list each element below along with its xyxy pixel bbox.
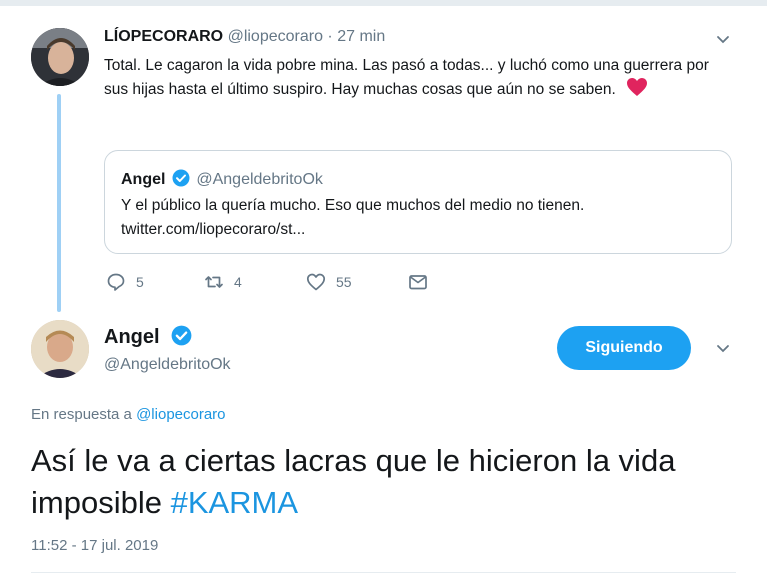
like-count: 55 <box>336 274 352 290</box>
parent-tweet-body: Total. Le cagaron la vida pobre mina. La… <box>104 57 709 98</box>
direct-message-button[interactable] <box>408 272 438 292</box>
quoted-author-handle: @AngeldebritoOk <box>196 171 323 188</box>
parent-author-handle[interactable]: @liopecoraro <box>228 28 323 45</box>
reply-button[interactable]: 5 <box>106 272 144 292</box>
quoted-tweet-header: Angel @AngeldebritoOk <box>121 169 323 192</box>
main-author-handle[interactable]: @AngeldebritoOk <box>104 356 231 374</box>
red-heart-icon <box>626 77 648 104</box>
header-separator: · <box>322 28 338 45</box>
tweet-timestamp[interactable]: 11:52 - 17 jul. 2019 <box>31 537 158 554</box>
reply-context: En respuesta a @liopecoraro <box>31 406 226 423</box>
retweet-icon <box>205 276 223 288</box>
reply-icon <box>107 273 125 291</box>
parent-tweet-header: LÍOPECORARO @liopecoraro · 27 min <box>104 28 385 46</box>
thread-connector-line <box>57 94 61 312</box>
main-tweet-text: Así le va a ciertas lacras que le hicier… <box>31 440 751 524</box>
quoted-author-name: Angel <box>121 171 166 188</box>
chevron-down-icon[interactable] <box>716 342 730 356</box>
verified-badge-icon <box>171 325 192 352</box>
quoted-tweet-text: Y el público la quería mucho. Eso que mu… <box>121 197 585 214</box>
retweet-count: 4 <box>234 274 242 290</box>
reply-prefix: En respuesta a <box>31 406 132 423</box>
avatar-angel[interactable] <box>31 320 89 378</box>
quoted-tweet-link: twitter.com/liopecoraro/st... <box>121 221 306 238</box>
reply-mention-link[interactable]: @liopecoraro <box>136 406 225 423</box>
like-button[interactable]: 55 <box>306 272 352 292</box>
envelope-icon <box>409 275 427 290</box>
avatar-liopecoraro[interactable] <box>31 28 89 86</box>
quoted-tweet-card[interactable]: Angel @AngeldebritoOk Y el público la qu… <box>104 150 732 254</box>
main-author-name[interactable]: Angel <box>104 326 160 348</box>
parent-tweet-text: Total. Le cagaron la vida pobre mina. La… <box>104 54 724 104</box>
main-tweet-body: Así le va a ciertas lacras que le hicier… <box>31 443 676 520</box>
parent-time-ago[interactable]: 27 min <box>337 28 385 45</box>
heart-outline-icon <box>306 273 326 291</box>
retweet-button[interactable]: 4 <box>204 272 242 292</box>
hashtag-link[interactable]: #KARMA <box>171 485 298 520</box>
chevron-down-icon[interactable] <box>716 33 730 47</box>
following-button[interactable]: Siguiendo <box>557 326 691 370</box>
parent-author-name[interactable]: LÍOPECORARO <box>104 28 223 45</box>
main-author-name-row: Angel <box>104 325 192 352</box>
verified-badge-icon <box>172 169 190 192</box>
divider <box>31 572 736 573</box>
top-border <box>0 0 767 6</box>
reply-count: 5 <box>136 274 144 290</box>
